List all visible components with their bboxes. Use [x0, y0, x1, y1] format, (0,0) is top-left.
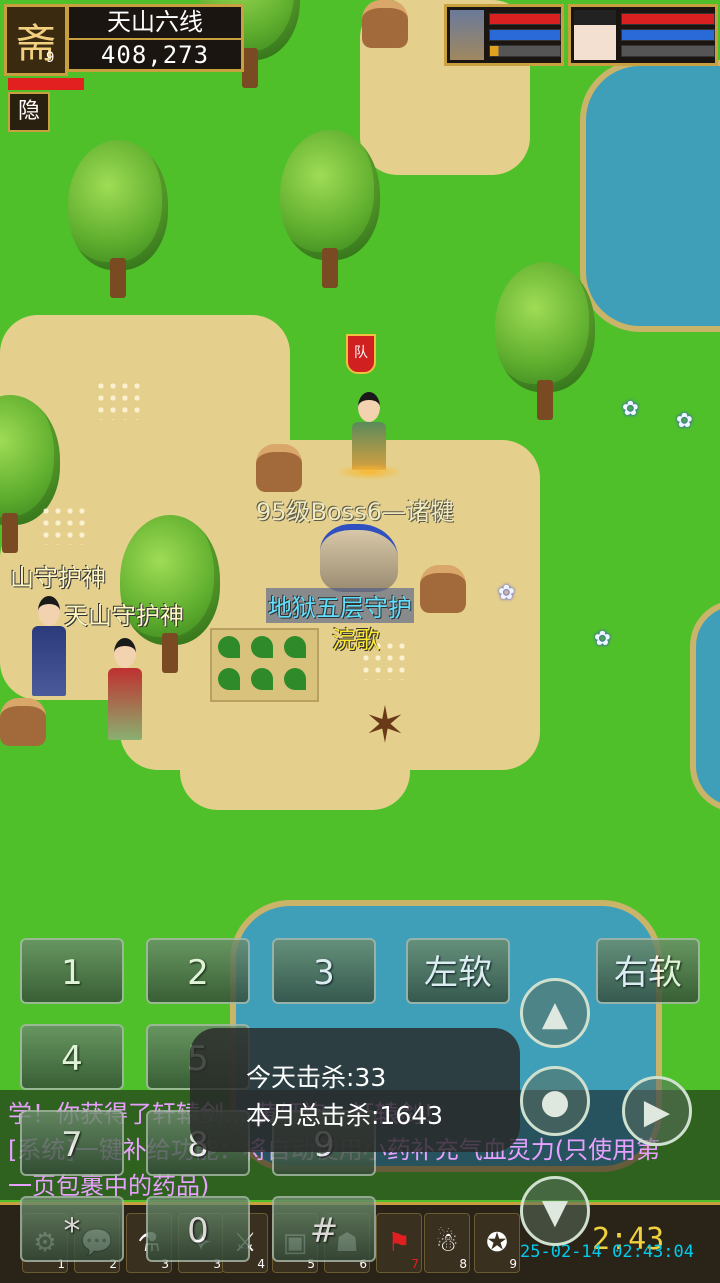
- mount-title-label: 地狱五层守护: [266, 588, 414, 623]
- player-name-label: 95级Boss6—诸犍: [256, 498, 454, 526]
- teammate-status-card[interactable]: [568, 4, 718, 66]
- dpad-up-icon[interactable]: ▲: [520, 978, 590, 1048]
- dpad-down-icon[interactable]: ▼: [520, 1176, 590, 1246]
- teammate-mp-bar: [621, 29, 715, 41]
- key-1[interactable]: 1: [20, 938, 124, 1004]
- kill-count-toast: 今天击杀:33 本月总击杀:1643: [190, 1028, 520, 1152]
- guild-badge: 队: [346, 334, 376, 374]
- skill-slot[interactable]: ✪ 9: [474, 1213, 520, 1273]
- npc-name-mountain-guardian: 山守护神: [10, 564, 106, 592]
- team-icon[interactable]: ☃ 8: [424, 1213, 470, 1273]
- lake: [690, 600, 720, 812]
- teammate-hp-bar: [621, 13, 715, 25]
- flower-icon: ✿: [676, 408, 693, 432]
- dpad-center-icon[interactable]: ●: [520, 1066, 590, 1136]
- money-amount: 408,273: [69, 38, 241, 71]
- key-4[interactable]: 4: [20, 1024, 124, 1090]
- tree-stump: [420, 565, 466, 613]
- server-name: 天山六线: [107, 8, 203, 36]
- key-2[interactable]: 2: [146, 938, 250, 1004]
- mount-creature[interactable]: [320, 524, 398, 592]
- pet-exp-bar: [489, 45, 561, 57]
- month-kills: 本月总击杀:1643: [246, 1101, 444, 1130]
- pet-status-card[interactable]: [444, 4, 564, 66]
- tree-stump: [0, 698, 46, 746]
- flag-icon[interactable]: ⚑ 7: [376, 1213, 422, 1273]
- npc-tianshan-guardian[interactable]: [108, 638, 142, 740]
- npc-mountain-guardian[interactable]: [32, 596, 66, 696]
- tree: [68, 140, 168, 300]
- tree-stump: [256, 444, 302, 492]
- player-info-panel: 天山六线 408,273: [66, 4, 244, 72]
- key-hash[interactable]: #: [272, 1196, 376, 1262]
- key-3[interactable]: 3: [272, 938, 376, 1004]
- key-0[interactable]: 0: [146, 1196, 250, 1262]
- key-star[interactable]: *: [20, 1196, 124, 1262]
- tree-stump: [362, 0, 408, 48]
- lake: [580, 60, 720, 332]
- teammate-portrait: [574, 10, 616, 60]
- flower-icon: ✿: [498, 580, 515, 604]
- player-hp-bar: [8, 78, 84, 90]
- today-kills: 今天击杀:33: [246, 1063, 387, 1092]
- tree: [280, 130, 380, 290]
- pet-hp-bar: [489, 13, 561, 25]
- pet-mp-bar: [489, 29, 561, 41]
- key-7[interactable]: 7: [20, 1110, 124, 1176]
- pebbles: [40, 505, 90, 545]
- dpad-right-icon[interactable]: ▶: [622, 1076, 692, 1146]
- pebbles: [95, 380, 145, 420]
- tree: [495, 262, 595, 422]
- pet-portrait: [450, 10, 484, 60]
- flower-icon: ✿: [622, 396, 639, 420]
- hide-ui-button[interactable]: 隐: [8, 92, 50, 132]
- right-soft-key[interactable]: 右软: [596, 938, 700, 1004]
- player-level: 9: [46, 50, 55, 66]
- npc-name-tianshan-guardian: 天山守护神: [64, 602, 184, 630]
- teammate-exp-bar: [621, 45, 715, 57]
- player-character[interactable]: [334, 392, 404, 480]
- player-portrait[interactable]: 斋: [4, 4, 68, 76]
- crop-field: [210, 628, 319, 702]
- mount-owner-label: 浣歌: [332, 626, 380, 654]
- flower-icon: ✿: [594, 626, 611, 650]
- dead-branch-icon: ✶: [364, 696, 406, 754]
- left-soft-key[interactable]: 左软: [406, 938, 510, 1004]
